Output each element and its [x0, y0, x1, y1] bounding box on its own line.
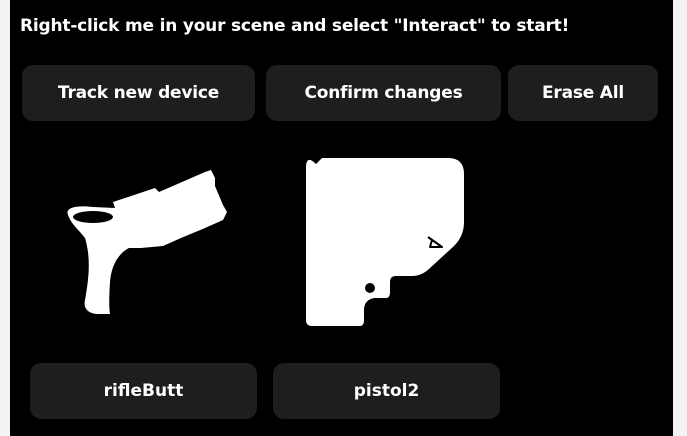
- erase-all-button[interactable]: Erase All: [508, 65, 658, 121]
- pistol-grip-icon[interactable]: [302, 150, 502, 340]
- device-label-rifle-butt[interactable]: rifleButt: [30, 363, 257, 419]
- rifle-butt-icon[interactable]: [55, 150, 255, 340]
- confirm-changes-button[interactable]: Confirm changes: [266, 65, 501, 121]
- device-panel: Right-click me in your scene and select …: [10, 0, 673, 436]
- instruction-text: Right-click me in your scene and select …: [20, 16, 570, 36]
- track-new-device-button[interactable]: Track new device: [22, 65, 255, 121]
- device-label-pistol2[interactable]: pistol2: [273, 363, 500, 419]
